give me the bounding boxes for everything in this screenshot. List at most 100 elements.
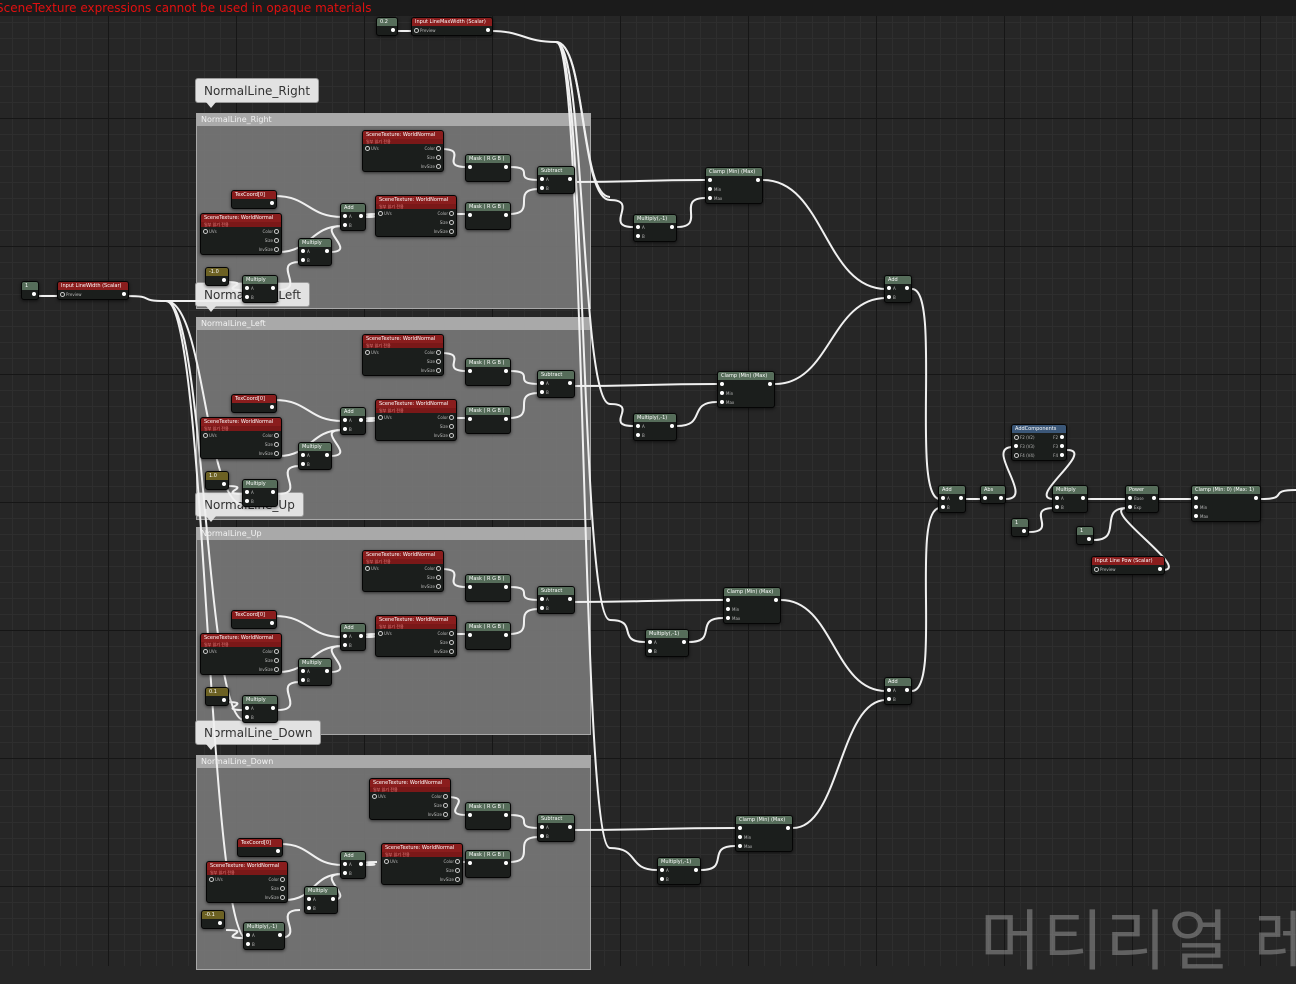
power[interactable]: Power Base Exp	[1125, 485, 1159, 513]
add-components-input-pin[interactable]	[1014, 444, 1018, 448]
mask-mid-left-output-pin[interactable]	[504, 417, 508, 421]
scene-texture-mid-left-output-pin[interactable]	[449, 415, 454, 420]
multiply-neg1-up[interactable]: Multiply(,-1) A B	[645, 629, 689, 657]
mask-mid-down-input-pin[interactable]	[468, 861, 472, 865]
clamp-left-input-pin[interactable]	[720, 400, 724, 404]
subtract-right-input-pin[interactable]	[540, 177, 544, 181]
clamp-up[interactable]: Clamp (Min) (Max) Min Max	[723, 587, 781, 624]
scene-texture-top-left[interactable]: SceneTexture: WorldNormal 일부 읽기 전용 UVs Colo…	[362, 334, 444, 376]
multiply-right-output-pin[interactable]	[325, 249, 329, 253]
scene-texture-mid-up-input-pin[interactable]	[378, 631, 383, 636]
add-final-output-pin[interactable]	[959, 496, 963, 500]
mask-mid-down-output-pin[interactable]	[504, 861, 508, 865]
scene-texture-bot-left-output-pin[interactable]	[274, 442, 279, 447]
mask-top-up-output-pin[interactable]	[504, 585, 508, 589]
scene-texture-top-right-output-pin[interactable]	[436, 164, 441, 169]
input-linepow-input-pin[interactable]	[1094, 567, 1099, 572]
multiply-neg-down-input-pin[interactable]	[246, 942, 250, 946]
scene-texture-mid-right-output-pin[interactable]	[449, 220, 454, 225]
add-left-input-pin[interactable]	[343, 418, 347, 422]
multiply-up-output-pin[interactable]	[325, 669, 329, 673]
clamp-up-input-pin[interactable]	[726, 607, 730, 611]
multiply-neg1-down[interactable]: Multiply(,-1) A B	[657, 857, 701, 885]
scene-texture-top-up[interactable]: SceneTexture: WorldNormal 일부 읽기 전용 UVs Colo…	[362, 550, 444, 592]
clamp-up-output-pin[interactable]	[774, 598, 778, 602]
scene-texture-bot-up-output-pin[interactable]	[274, 667, 279, 672]
constant-one-linewidth-output-pin[interactable]	[32, 292, 36, 296]
multiply-neg1-down-input-pin[interactable]	[660, 868, 664, 872]
add-final[interactable]: Add A B	[938, 485, 966, 513]
constant-down-output-pin[interactable]	[218, 921, 222, 925]
multiply-neg1-left[interactable]: Multiply(,-1) A B	[633, 413, 677, 441]
add-components-output-pin[interactable]	[1060, 444, 1064, 448]
mask-mid-right[interactable]: Mask ( R G B )	[465, 202, 511, 230]
scene-texture-mid-left-input-pin[interactable]	[378, 415, 383, 420]
subtract-up[interactable]: Subtract A B	[537, 586, 575, 614]
mask-top-left-input-pin[interactable]	[468, 369, 472, 373]
multiply-final-input-pin[interactable]	[1055, 505, 1059, 509]
scene-texture-top-left-input-pin[interactable]	[365, 350, 370, 355]
scene-texture-mid-left[interactable]: SceneTexture: WorldNormal 일부 읽기 전용 UVs Colo…	[375, 399, 457, 441]
multiply-neg-up-output-pin[interactable]	[271, 706, 275, 710]
add-down-input-pin[interactable]	[343, 871, 347, 875]
clamp-right-input-pin[interactable]	[708, 178, 712, 182]
add-components-output-pin[interactable]	[1060, 453, 1064, 457]
constant-left[interactable]: 1.0	[205, 471, 229, 490]
constant-up-output-pin[interactable]	[222, 698, 226, 702]
multiply-neg-up-input-pin[interactable]	[245, 715, 249, 719]
scene-texture-bot-right[interactable]: SceneTexture: WorldNormal 일부 읽기 전용 UVs Colo…	[200, 213, 282, 255]
add-bottom[interactable]: Add A B	[884, 677, 912, 705]
multiply-neg1-down-input-pin[interactable]	[660, 877, 664, 881]
subtract-up-input-pin[interactable]	[540, 606, 544, 610]
add-components-input-pin[interactable]	[1014, 453, 1019, 458]
multiply-neg1-left-input-pin[interactable]	[636, 424, 640, 428]
multiply-right-input-pin[interactable]	[301, 258, 305, 262]
scene-texture-top-down-input-pin[interactable]	[372, 794, 377, 799]
clamp-final-input-pin[interactable]	[1194, 514, 1198, 518]
clamp-down-input-pin[interactable]	[738, 826, 742, 830]
mask-top-up-input-pin[interactable]	[468, 585, 472, 589]
clamp-left-input-pin[interactable]	[720, 391, 724, 395]
multiply-left-output-pin[interactable]	[325, 453, 329, 457]
add-right[interactable]: Add A B	[340, 203, 366, 231]
multiply-neg-left-input-pin[interactable]	[245, 499, 249, 503]
scene-texture-bot-down-output-pin[interactable]	[280, 877, 285, 882]
texcoord-down[interactable]: TexCoord[0]	[237, 838, 283, 857]
subtract-down-output-pin[interactable]	[568, 825, 572, 829]
power-input-pin[interactable]	[1128, 496, 1132, 500]
subtract-up-input-pin[interactable]	[540, 597, 544, 601]
multiply-neg-up-input-pin[interactable]	[245, 706, 249, 710]
scene-texture-mid-right-output-pin[interactable]	[449, 229, 454, 234]
mask-mid-down[interactable]: Mask ( R G B )	[465, 850, 511, 878]
subtract-right-input-pin[interactable]	[540, 186, 544, 190]
input-linewidth[interactable]: Input LineWidth (Scalar) Preview	[57, 281, 129, 300]
multiply-neg1-down-output-pin[interactable]	[694, 868, 698, 872]
multiply-final-output-pin[interactable]	[1081, 496, 1085, 500]
scene-texture-mid-down[interactable]: SceneTexture: WorldNormal 일부 읽기 전용 UVs Colo…	[381, 843, 463, 885]
multiply-up[interactable]: Multiply A B	[298, 658, 332, 686]
texcoord-up-output-pin[interactable]	[270, 621, 274, 625]
constant-linemax[interactable]: 0.2	[376, 17, 398, 36]
power-output-pin[interactable]	[1152, 496, 1156, 500]
subtract-down-input-pin[interactable]	[540, 834, 544, 838]
multiply-neg-right[interactable]: Multiply A B	[242, 275, 278, 303]
clamp-down-input-pin[interactable]	[738, 844, 742, 848]
multiply-neg-left[interactable]: Multiply A B	[242, 479, 278, 507]
add-left-output-pin[interactable]	[359, 418, 363, 422]
scene-texture-bot-up[interactable]: SceneTexture: WorldNormal 일부 읽기 전용 UVs Colo…	[200, 633, 282, 675]
scene-texture-mid-up-output-pin[interactable]	[449, 640, 454, 645]
subtract-left-input-pin[interactable]	[540, 381, 544, 385]
multiply-neg-right-input-pin[interactable]	[245, 286, 249, 290]
scene-texture-mid-down-output-pin[interactable]	[455, 859, 460, 864]
constant-right-output-pin[interactable]	[222, 278, 226, 282]
multiply-neg-down-output-pin[interactable]	[278, 933, 282, 937]
multiply-neg1-right[interactable]: Multiply(,-1) A B	[633, 214, 677, 242]
mask-mid-up-output-pin[interactable]	[504, 633, 508, 637]
constant-up[interactable]: 0.1	[205, 687, 229, 706]
clamp-down-output-pin[interactable]	[786, 826, 790, 830]
mask-top-down[interactable]: Mask ( R G B )	[465, 802, 511, 830]
clamp-final-input-pin[interactable]	[1194, 505, 1198, 509]
input-linewidth-input-pin[interactable]	[60, 292, 65, 297]
power-input-pin[interactable]	[1128, 505, 1132, 509]
clamp-up-input-pin[interactable]	[726, 616, 730, 620]
